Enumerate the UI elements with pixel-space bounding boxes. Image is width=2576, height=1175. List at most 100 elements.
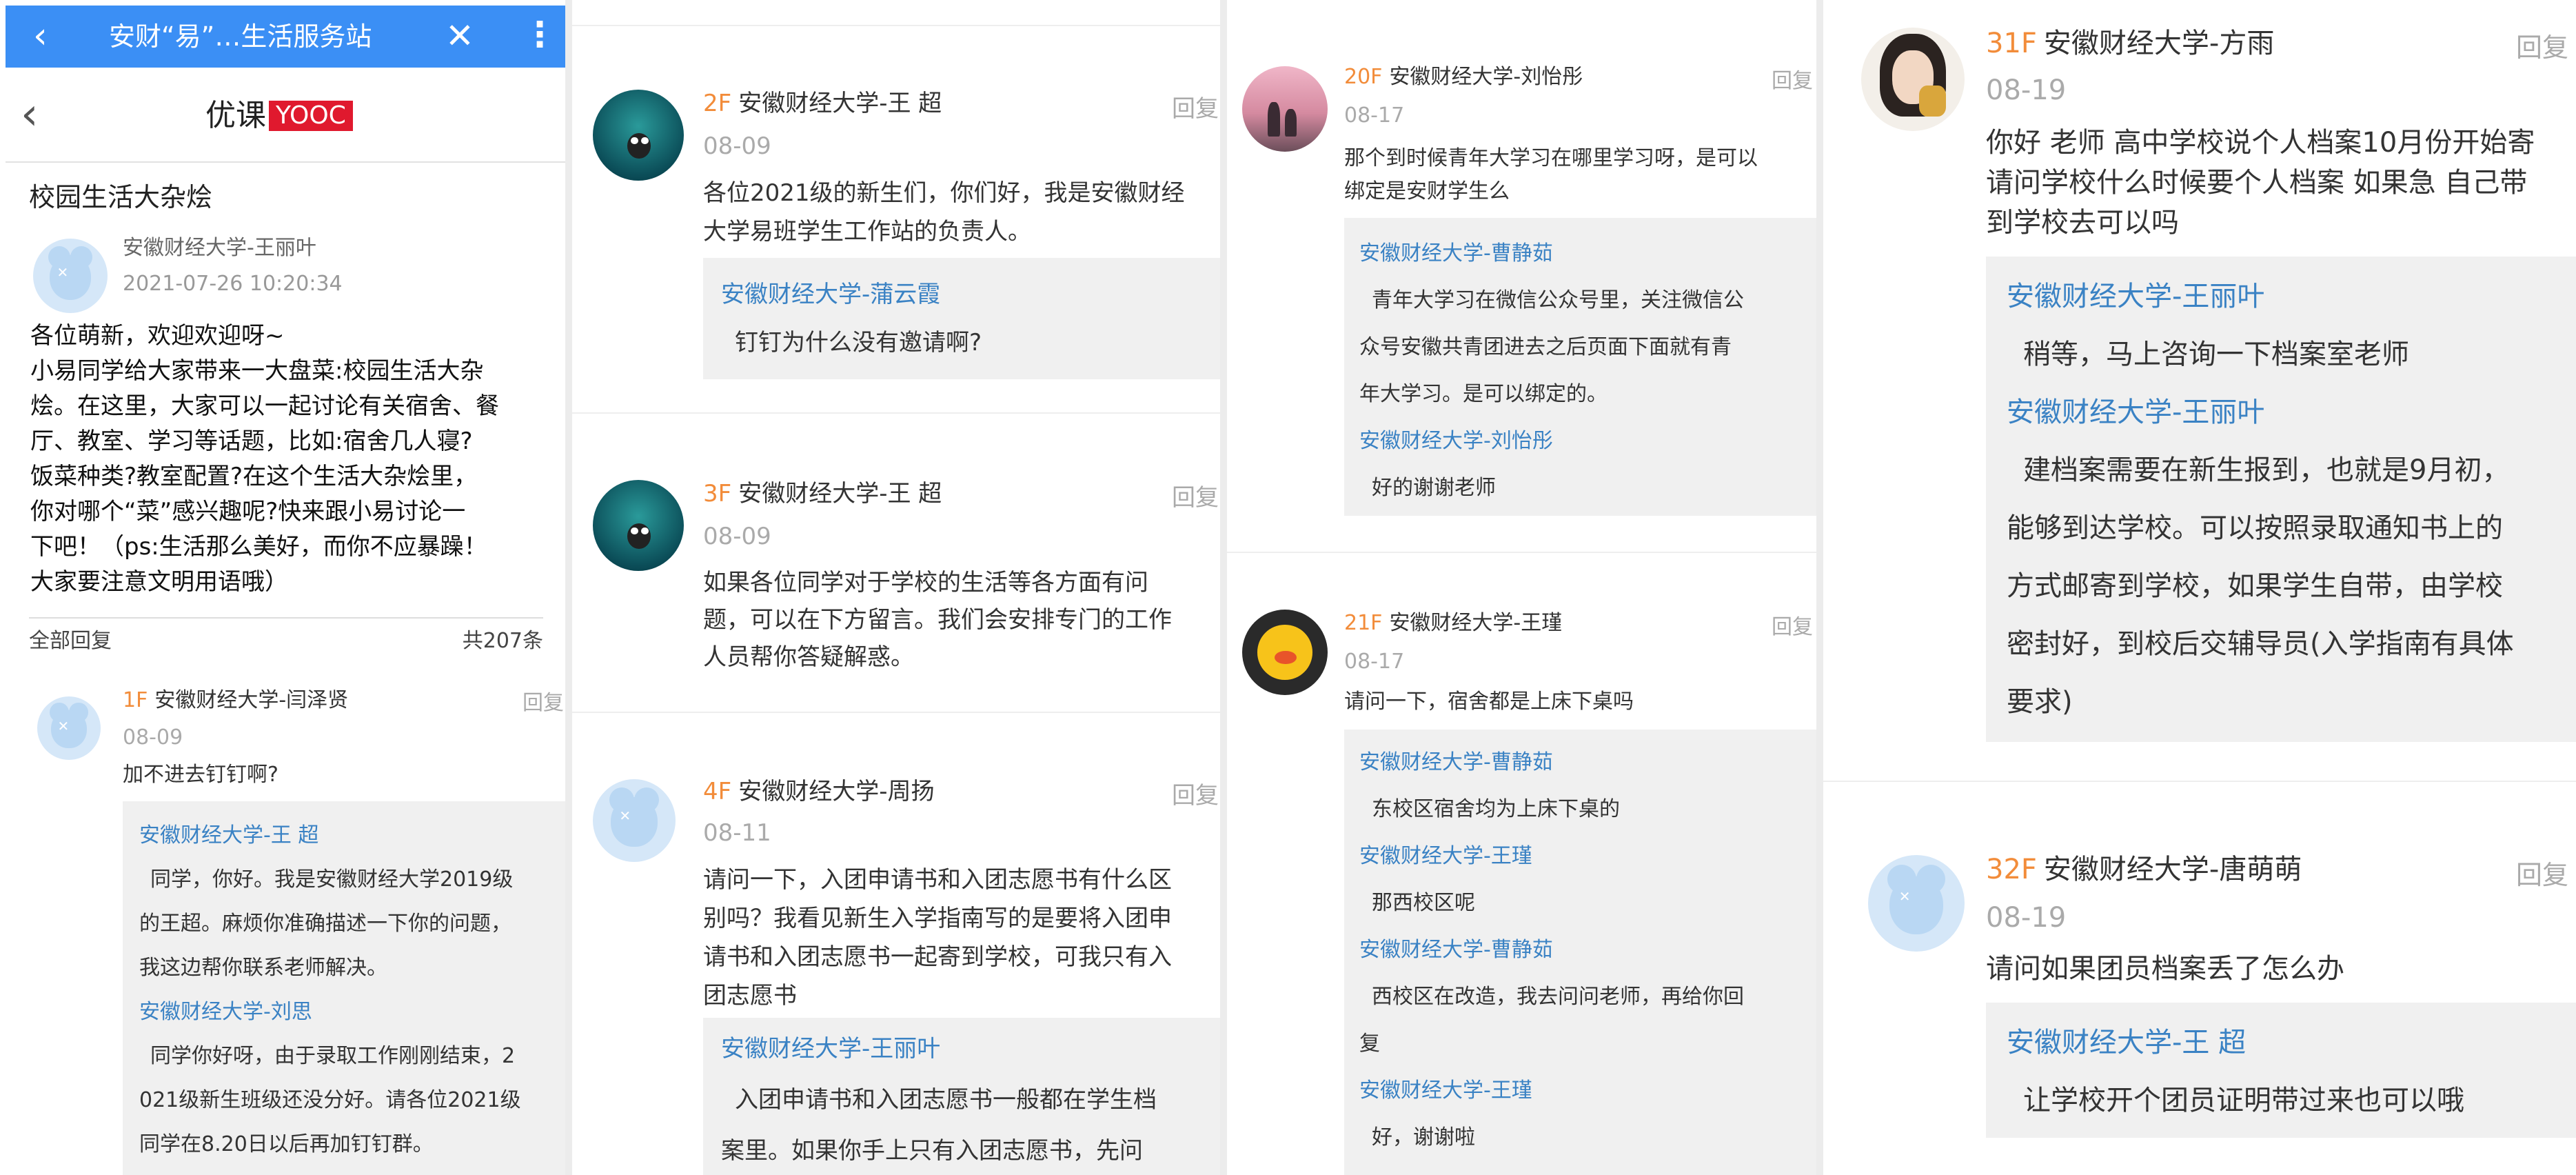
- author-name[interactable]: 安徽财经大学-刘怡彤: [1389, 65, 1583, 89]
- floor-text-line: 请书和入团志愿书一起寄到学校，可我只有入: [703, 943, 1172, 971]
- reply-button[interactable]: 回复: [2516, 858, 2568, 892]
- sub-reply-author[interactable]: 安徽财经大学-曹静茹: [1359, 927, 1744, 974]
- post-line: 厅、教室、学习等话题，比如:宿舍几人寝?: [30, 428, 473, 455]
- sub-reply-author[interactable]: 安徽财经大学-曹静茹: [1359, 739, 1744, 786]
- sub-reply-author[interactable]: 安徽财经大学-曹静茹: [1359, 230, 1744, 277]
- author-name[interactable]: 安徽财经大学-王 超: [738, 480, 942, 508]
- sub-reply-line: 青年大学习在微信公众号里，关注微信公: [1372, 288, 1744, 312]
- screenshot-panel-3: 20F 安徽财经大学-刘怡彤 回复 08-17 那个到时候青年大学习在哪里学习呀，…: [1227, 0, 1816, 1175]
- reply-button[interactable]: 回复: [1772, 68, 1813, 95]
- sub-reply-line: 好的谢谢老师: [1372, 476, 1496, 500]
- screenshot-panel-2: 2F 安徽财经大学-王 超 回复 08-09 各位2021级的新生们，你们好，我是…: [572, 0, 1220, 1175]
- sub-reply-author[interactable]: 安徽财经大学-王 超: [2007, 1014, 2464, 1072]
- panel-separator: [565, 0, 572, 1175]
- floor-number: 4F: [703, 778, 732, 805]
- post-line: 各位萌新，欢迎欢迎呀~: [30, 322, 285, 350]
- sub-reply-line: 021级新生班级还没分好。请各位2021级: [139, 1088, 521, 1112]
- back-arrow-icon[interactable]: ‹: [33, 17, 48, 55]
- floor-number: 2F: [703, 90, 732, 117]
- avatar[interactable]: ✕: [1868, 855, 1965, 952]
- floor-number: 1F: [123, 688, 148, 712]
- reply-button[interactable]: 回复: [1172, 781, 1219, 811]
- reply-button[interactable]: 回复: [1772, 614, 1813, 641]
- floor-text-line: 你好 老师 高中学校说个人档案10月份开始寄: [1986, 127, 2535, 159]
- avatar[interactable]: ✕: [33, 239, 108, 313]
- all-replies-label[interactable]: 全部回复: [29, 629, 112, 653]
- avatar[interactable]: ✕: [37, 696, 101, 760]
- sub-reply-author[interactable]: 安徽财经大学-王丽叶: [2007, 383, 2514, 441]
- sub-reply-line: 入团申请书和入团志愿书一般都在学生档: [735, 1086, 1157, 1114]
- sub-reply-author[interactable]: 安徽财经大学-王丽叶: [721, 1023, 1157, 1074]
- chevron-left-icon[interactable]: ‹: [21, 92, 39, 137]
- sub-reply-line: 同学在8.20日以后再加钉钉群。: [139, 1132, 434, 1156]
- reply-count: 共207条: [462, 629, 543, 653]
- author-name[interactable]: 安徽财经大学-闫泽贤: [154, 688, 348, 712]
- author-name[interactable]: 安徽财经大学-周扬: [738, 778, 934, 805]
- author-name[interactable]: 安徽财经大学-王丽叶: [123, 234, 316, 262]
- author-name[interactable]: 安徽财经大学-方雨: [2044, 28, 2274, 59]
- floor-text-line: 各位2021级的新生们，你们好，我是安徽财经: [703, 179, 1185, 207]
- divider: [572, 25, 1220, 26]
- sub-reply-author[interactable]: 安徽财经大学-王瑾: [1359, 1067, 1744, 1114]
- reply-button[interactable]: 回复: [1172, 94, 1219, 124]
- floor-number: 3F: [703, 480, 732, 508]
- sub-reply-line: 让学校开个团员证明带过来也可以哦: [2023, 1085, 2464, 1116]
- sub-reply-line: 复: [1359, 1032, 1380, 1056]
- sub-reply-line: 能够到达学校。可以按照录取通知书上的: [2007, 512, 2503, 544]
- floor-text: 请问一下，入团申请书和入团志愿书有什么区 别吗？我看见新生入学指南写的是要将入团…: [703, 861, 1172, 1015]
- avatar[interactable]: ✕: [593, 779, 676, 862]
- sub-reply-line: 那西校区呢: [1372, 891, 1475, 915]
- sub-replies: 安徽财经大学-王 超 让学校开个团员证明带过来也可以哦: [1986, 1003, 2576, 1138]
- more-menu-icon[interactable]: ⋮: [523, 15, 557, 54]
- avatar[interactable]: [1242, 66, 1328, 152]
- sub-reply-line: 建档案需要在新生报到，也就是9月初，: [2023, 454, 2510, 486]
- avatar[interactable]: [593, 480, 684, 571]
- floor-text: 那个到时候青年大学习在哪里学习呀，是可以 绑定是安财学生么: [1344, 142, 1758, 208]
- floor-number: 21F: [1344, 611, 1383, 635]
- reply-button[interactable]: 回复: [2516, 30, 2568, 65]
- author-name[interactable]: 安徽财经大学-王瑾: [1389, 611, 1562, 635]
- panel-separator: [1220, 0, 1227, 1175]
- sub-reply-author[interactable]: 安徽财经大学-王瑾: [1359, 833, 1744, 880]
- floor-text-line: 别吗？我看见新生入学指南写的是要将入团申: [703, 905, 1172, 932]
- sub-reply-line: 方式邮寄到学校，如果学生自带，由学校: [2007, 570, 2503, 602]
- sub-reply-author[interactable]: 安徽财经大学-蒲云霞: [721, 270, 982, 319]
- post-timestamp: 2021-07-26 10:20:34: [123, 272, 343, 296]
- floor-number: 32F: [1986, 854, 2037, 885]
- sub-replies: 安徽财经大学-曹静茹 青年大学习在微信公众号里，关注微信公 众号安徽共青团进去之…: [1344, 218, 1816, 516]
- floor-header: 3F 安徽财经大学-王 超: [703, 479, 942, 509]
- author-name[interactable]: 安徽财经大学-唐萌萌: [2044, 854, 2302, 885]
- floor-text: 你好 老师 高中学校说个人档案10月份开始寄 请问学校什么时候要个人档案 如果急…: [1986, 123, 2535, 243]
- floor-number: 31F: [1986, 28, 2037, 59]
- floor-header: 31F 安徽财经大学-方雨: [1986, 26, 2274, 61]
- sub-reply-line: 要求): [2007, 686, 2073, 718]
- screenshot-panel-4: 31F 安徽财经大学-方雨 回复 08-19 你好 老师 高中学校说个人档案10月…: [1823, 0, 2576, 1175]
- post-body: 各位萌新，欢迎欢迎呀~ 小易同学给大家带来一大盘菜:校园生活大杂 烩。在这里，大…: [30, 319, 547, 600]
- post-line: 大家要注意文明用语哦）: [30, 568, 288, 596]
- reply-button[interactable]: 回复: [523, 690, 564, 717]
- floor-header: 1F 安徽财经大学-闫泽贤: [123, 687, 348, 714]
- floor-date: 08-09: [703, 132, 771, 160]
- post-line: 小易同学给大家带来一大盘菜:校园生活大杂: [30, 357, 484, 385]
- author-name[interactable]: 安徽财经大学-王 超: [738, 90, 942, 117]
- floor-date: 08-09: [123, 725, 183, 750]
- sub-reply-line: 众号安徽共青团进去之后页面下面就有青: [1359, 335, 1732, 359]
- sub-reply-author[interactable]: 安徽财经大学-刘怡彤: [1359, 418, 1744, 465]
- sub-reply-line: 钉钉为什么没有邀请啊?: [735, 329, 982, 356]
- sub-reply-author[interactable]: 安徽财经大学-王 超: [139, 814, 521, 858]
- sub-reply-author[interactable]: 安徽财经大学-王丽叶: [2007, 268, 2514, 325]
- floor-text-line: 大学易班学生工作站的负责人。: [703, 218, 1031, 245]
- sub-replies: 安徽财经大学-王丽叶 稍等，马上咨询一下档案室老师 安徽财经大学-王丽叶 建档案…: [1986, 257, 2576, 742]
- sub-replies: 安徽财经大学-王 超 同学，你好。我是安徽财经大学2019级 的王超。麻烦你准确…: [123, 801, 565, 1175]
- avatar[interactable]: [1861, 28, 1965, 131]
- floor-header: 32F 安徽财经大学-唐萌萌: [1986, 852, 2302, 887]
- avatar[interactable]: [593, 90, 684, 181]
- sub-reply-line: 的王超。麻烦你准确描述一下你的问题，: [139, 912, 511, 936]
- reply-button[interactable]: 回复: [1172, 483, 1219, 513]
- close-icon[interactable]: ✕: [445, 17, 474, 55]
- avatar[interactable]: [1242, 610, 1328, 695]
- post-line: 下吧！（ps:生活那么美好，而你不应暴躁！: [30, 533, 487, 561]
- floor-text: 请问一下，宿舍都是上床下桌吗: [1344, 690, 1634, 714]
- app-nav-bar: ‹ 优课 YOOC: [6, 68, 565, 163]
- sub-reply-author[interactable]: 安徽财经大学-刘思: [139, 990, 521, 1034]
